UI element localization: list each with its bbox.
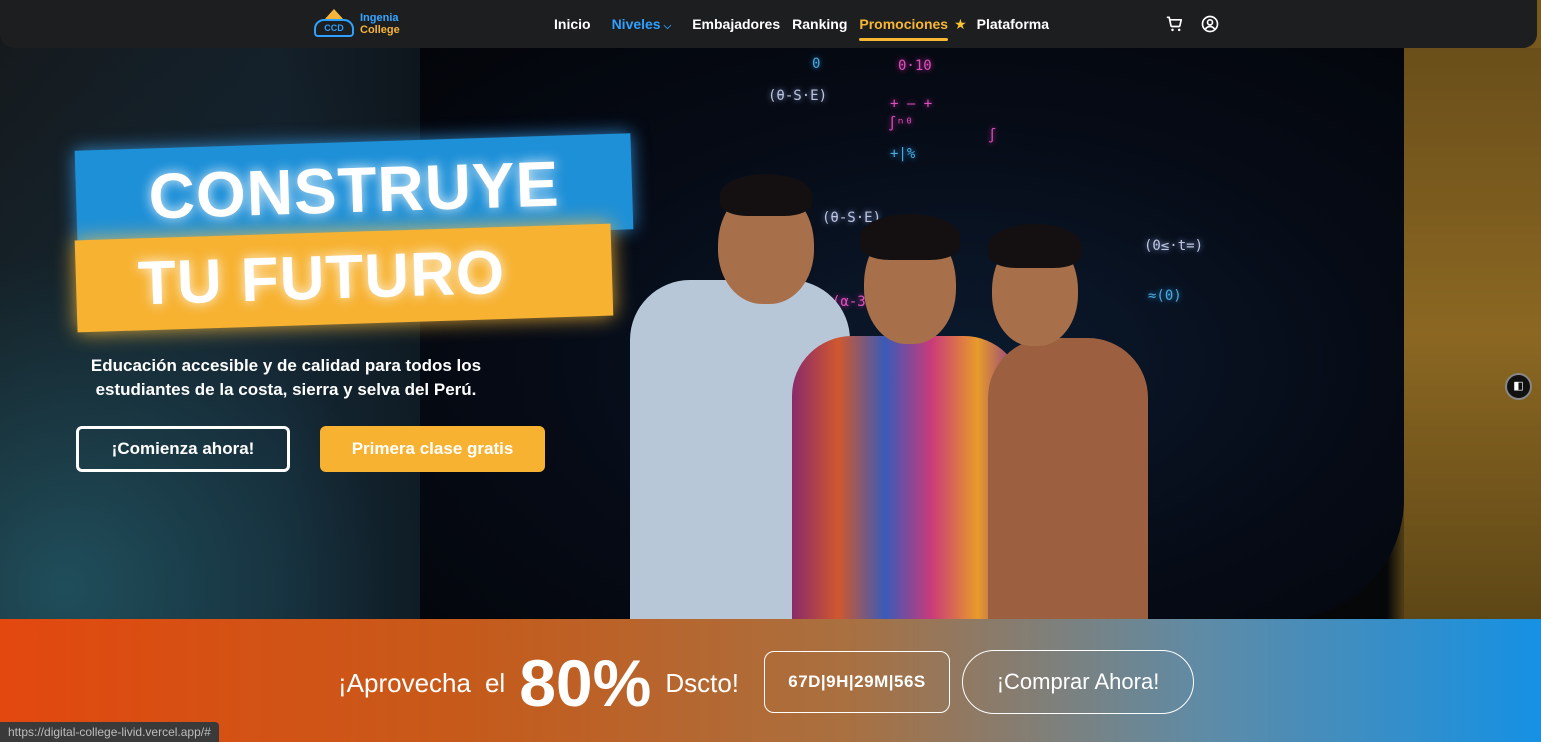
logo-line1: Ingenia — [360, 12, 399, 24]
star-icon: ★ — [954, 15, 967, 32]
page: 0 0·10 (θ-S·E) + — + ∫ⁿ⁰ +|% ∫ (θ-S·E) (… — [0, 0, 1541, 742]
hero-banner-line2: TU FUTURO — [74, 223, 614, 333]
hero-image: 0 0·10 (θ-S·E) + — + ∫ⁿ⁰ +|% ∫ (θ-S·E) (… — [420, 48, 1404, 619]
promo-text-el: el — [484, 667, 506, 698]
buy-now-button[interactable]: ¡Comprar Ahora! — [962, 650, 1194, 714]
nav-item-niveles[interactable]: Niveles ⌵ — [612, 16, 672, 32]
nav-item-promociones[interactable]: Promociones — [859, 16, 949, 41]
user-circle-icon[interactable] — [1200, 14, 1220, 34]
free-class-button[interactable]: Primera clase gratis — [320, 426, 545, 472]
logo-line2: College — [360, 24, 400, 36]
top-navbar: CCD Ingenia College Inicio Niveles ⌵ Emba… — [0, 0, 1537, 48]
promo-text-before: ¡Aprovecha — [338, 667, 471, 698]
hero-section: 0 0·10 (θ-S·E) + — + ∫ⁿ⁰ +|% ∫ (θ-S·E) (… — [0, 0, 1541, 619]
start-now-button[interactable]: ¡Comienza ahora! — [76, 426, 290, 472]
nav-item-niveles-label: Niveles — [611, 16, 661, 32]
hero-subtitle: Educación accesible y de calidad para to… — [90, 356, 482, 399]
nav-item-ranking[interactable]: Ranking — [792, 16, 847, 32]
cart-icon[interactable] — [1165, 14, 1185, 34]
nav-item-inicio[interactable]: Inicio — [554, 16, 591, 32]
logo-icon: CCD — [312, 9, 356, 39]
chevron-down-icon: ⌵ — [663, 21, 672, 32]
countdown-timer: 67D|9H|29M|56S — [764, 651, 950, 713]
brand-logo[interactable]: CCD Ingenia College — [312, 9, 400, 39]
nav-item-promociones-label: Promociones — [859, 16, 949, 32]
promo-percent: 80% — [519, 646, 652, 720]
nav-item-plataforma[interactable]: Plataforma — [977, 16, 1049, 32]
promo-text-after: Dscto! — [665, 667, 740, 698]
status-bar-url: https://digital-college-livid.vercel.app… — [0, 722, 219, 742]
main-menu: Inicio Niveles ⌵ Embajadores Ranking Prom… — [554, 0, 1049, 48]
accessibility-widget-icon[interactable]: ◧ — [1505, 373, 1532, 400]
nav-item-embajadores[interactable]: Embajadores — [692, 16, 780, 32]
promo-message: ¡Aprovecha el 80% Dscto! — [338, 646, 740, 720]
hero-side-panel — [1404, 48, 1541, 619]
